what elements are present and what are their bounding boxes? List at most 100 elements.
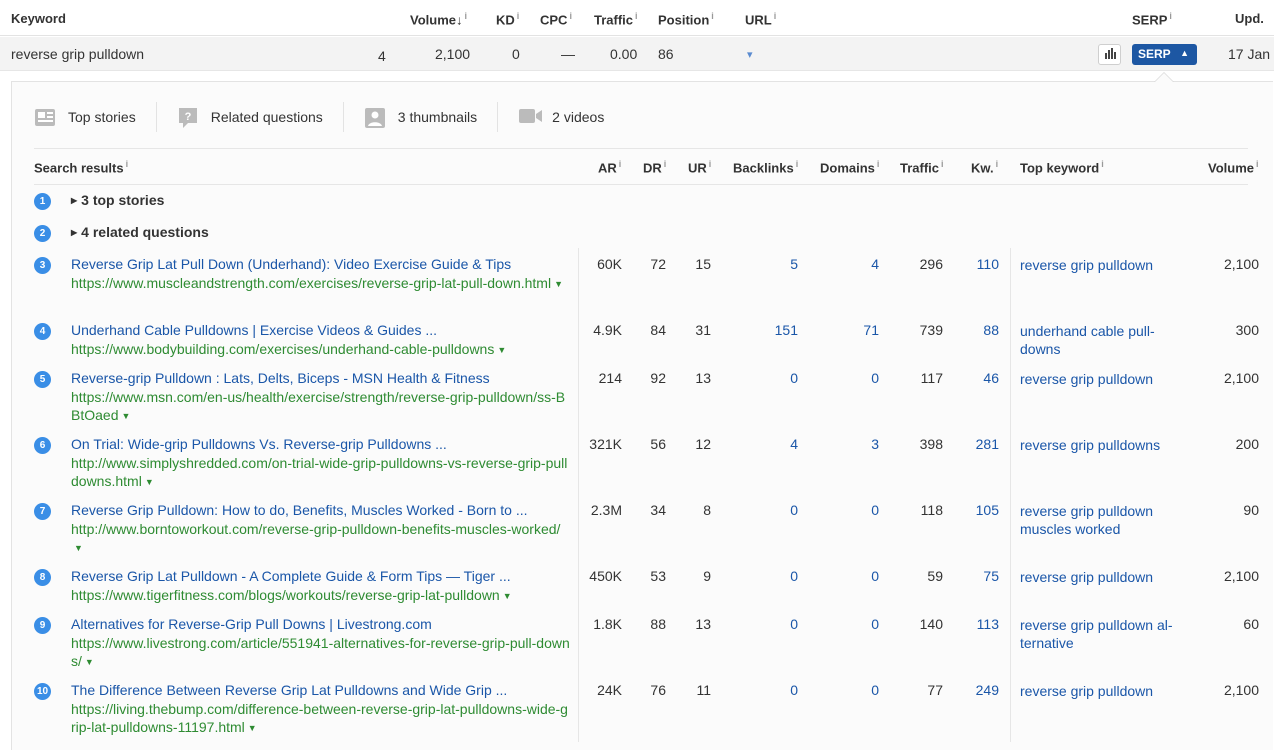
result-url[interactable]: https://living.thebump.com/difference-be…	[71, 700, 571, 737]
result-backlinks[interactable]: 4	[790, 436, 798, 452]
url-dropdown-icon[interactable]: ▼	[503, 591, 512, 601]
col-domains[interactable]: Domains i	[820, 159, 879, 175]
result-url-text[interactable]: https://www.msn.com/en-us/health/exercis…	[71, 389, 565, 423]
result-domains[interactable]: 0	[871, 616, 879, 632]
result-url-text[interactable]: https://www.tigerfitness.com/blogs/worko…	[71, 587, 500, 603]
url-dropdown-icon[interactable]: ▼	[497, 345, 506, 355]
col-kd[interactable]: KD i	[496, 11, 519, 27]
result-backlinks[interactable]: 0	[790, 616, 798, 632]
col-url[interactable]: URL i	[745, 11, 776, 27]
result-backlinks[interactable]: 0	[790, 502, 798, 518]
col-volume[interactable]: Volume i	[1208, 159, 1259, 175]
col-ar[interactable]: AR i	[598, 159, 621, 175]
result-top-keyword[interactable]: underhand cable pull-downs	[1020, 322, 1170, 358]
result-kw[interactable]: 249	[976, 682, 999, 698]
col-cpc[interactable]: CPC i	[540, 11, 572, 27]
result-kw[interactable]: 75	[983, 568, 999, 584]
keyword-link[interactable]: reverse grip pulldown	[11, 46, 144, 62]
info-icon[interactable]: i	[1256, 159, 1259, 169]
result-domains[interactable]: 71	[863, 322, 879, 338]
result-domains[interactable]: 0	[871, 682, 879, 698]
info-icon[interactable]: i	[877, 159, 880, 169]
col-dr[interactable]: DR i	[643, 159, 666, 175]
url-dropdown-icon[interactable]: ▼	[121, 411, 130, 421]
result-kw[interactable]: 113	[977, 616, 999, 632]
result-domains[interactable]: 0	[871, 502, 879, 518]
result-url-text[interactable]: https://www.bodybuilding.com/exercises/u…	[71, 341, 494, 357]
col-updated[interactable]: Upd.	[1235, 11, 1264, 26]
result-top-keyword[interactable]: reverse grip pulldowns	[1020, 436, 1185, 454]
serp-feature-top-stories[interactable]: Top stories	[34, 102, 157, 132]
info-icon[interactable]: i	[1169, 11, 1172, 21]
info-icon[interactable]: i	[635, 11, 638, 21]
col-keyword[interactable]: Keyword	[11, 11, 66, 26]
result-domains[interactable]: 0	[871, 568, 879, 584]
col-serp[interactable]: SERP i	[1132, 11, 1172, 27]
info-icon[interactable]: i	[1101, 159, 1104, 169]
group-top-stories[interactable]: ▶ 3 top stories	[71, 192, 164, 208]
info-icon[interactable]: i	[619, 159, 622, 169]
result-kw[interactable]: 110	[977, 256, 999, 272]
result-backlinks[interactable]: 0	[790, 568, 798, 584]
info-icon[interactable]: i	[996, 159, 999, 169]
col-traffic[interactable]: Traffic i	[900, 159, 944, 175]
col-backlinks[interactable]: Backlinks i	[733, 159, 798, 175]
url-dropdown-icon[interactable]: ▼	[248, 723, 257, 733]
result-title-link[interactable]: The Difference Between Reverse Grip Lat …	[71, 682, 507, 698]
result-title-link[interactable]: Reverse Grip Lat Pull Down (Underhand): …	[71, 256, 511, 272]
col-volume[interactable]: Volume↓ i	[410, 11, 467, 27]
serp-toggle-button[interactable]: SERP ▲	[1132, 44, 1197, 65]
result-url[interactable]: https://www.msn.com/en-us/health/exercis…	[71, 388, 571, 425]
result-top-keyword[interactable]: reverse grip pulldown	[1020, 256, 1185, 274]
result-top-keyword[interactable]: reverse grip pulldown	[1020, 370, 1185, 388]
result-url-text[interactable]: https://www.muscleandstrength.com/exerci…	[71, 275, 551, 291]
serp-feature-videos[interactable]: 2 videos	[518, 102, 624, 132]
info-icon[interactable]: i	[517, 11, 520, 21]
col-traffic[interactable]: Traffic i	[594, 11, 638, 27]
col-search-results[interactable]: Search results i	[34, 159, 128, 175]
result-url[interactable]: https://www.bodybuilding.com/exercises/u…	[71, 340, 571, 359]
result-url[interactable]: http://www.simplyshredded.com/on-trial-w…	[71, 454, 571, 491]
result-url[interactable]: https://www.muscleandstrength.com/exerci…	[71, 274, 571, 293]
col-ur[interactable]: UR i	[688, 159, 711, 175]
result-title-link[interactable]: Underhand Cable Pulldowns | Exercise Vid…	[71, 322, 437, 338]
result-title-link[interactable]: Alternatives for Reverse-Grip Pull Downs…	[71, 616, 432, 632]
info-icon[interactable]: i	[711, 11, 714, 21]
url-dropdown-icon[interactable]: ▾	[747, 48, 753, 61]
result-top-keyword[interactable]: reverse grip pulldown al-ternative	[1020, 616, 1180, 652]
result-kw[interactable]: 105	[976, 502, 999, 518]
result-url[interactable]: http://www.borntoworkout.com/reverse-gri…	[71, 520, 571, 557]
url-dropdown-icon[interactable]: ▼	[554, 279, 563, 289]
result-title-link[interactable]: Reverse Grip Pulldown: How to do, Benefi…	[71, 502, 527, 518]
group-related-questions[interactable]: ▶ 4 related questions	[71, 224, 209, 240]
result-domains[interactable]: 4	[871, 256, 879, 272]
serp-feature-related-questions[interactable]: ? Related questions	[177, 102, 344, 132]
result-title-link[interactable]: Reverse Grip Lat Pulldown - A Complete G…	[71, 568, 511, 584]
result-backlinks[interactable]: 0	[790, 370, 798, 386]
result-url-text[interactable]: http://www.borntoworkout.com/reverse-gri…	[71, 521, 560, 537]
result-top-keyword[interactable]: reverse grip pulldown	[1020, 682, 1185, 700]
result-title-link[interactable]: On Trial: Wide-grip Pulldowns Vs. Revers…	[71, 436, 447, 452]
info-icon[interactable]: i	[126, 159, 129, 169]
col-kw[interactable]: Kw. i	[971, 159, 998, 175]
info-icon[interactable]: i	[796, 159, 799, 169]
url-dropdown-icon[interactable]: ▼	[85, 657, 94, 667]
result-kw[interactable]: 281	[976, 436, 999, 452]
url-dropdown-icon[interactable]: ▼	[74, 543, 83, 553]
info-icon[interactable]: i	[465, 11, 468, 21]
info-icon[interactable]: i	[774, 11, 777, 21]
result-backlinks[interactable]: 5	[790, 256, 798, 272]
result-url[interactable]: https://www.tigerfitness.com/blogs/worko…	[71, 586, 571, 605]
result-top-keyword[interactable]: reverse grip pulldown muscles worked	[1020, 502, 1170, 538]
result-top-keyword[interactable]: reverse grip pulldown	[1020, 568, 1185, 586]
info-icon[interactable]: i	[569, 11, 572, 21]
result-url-text[interactable]: https://www.livestrong.com/article/55194…	[71, 635, 570, 669]
result-url[interactable]: https://www.livestrong.com/article/55194…	[71, 634, 571, 671]
result-kw[interactable]: 46	[983, 370, 999, 386]
url-dropdown-icon[interactable]: ▼	[145, 477, 154, 487]
col-top-keyword[interactable]: Top keyword i	[1020, 159, 1104, 175]
serp-feature-thumbnails[interactable]: 3 thumbnails	[364, 102, 499, 132]
position-history-chart-button[interactable]	[1098, 44, 1121, 65]
result-kw[interactable]: 88	[983, 322, 999, 338]
result-backlinks[interactable]: 151	[775, 322, 798, 338]
